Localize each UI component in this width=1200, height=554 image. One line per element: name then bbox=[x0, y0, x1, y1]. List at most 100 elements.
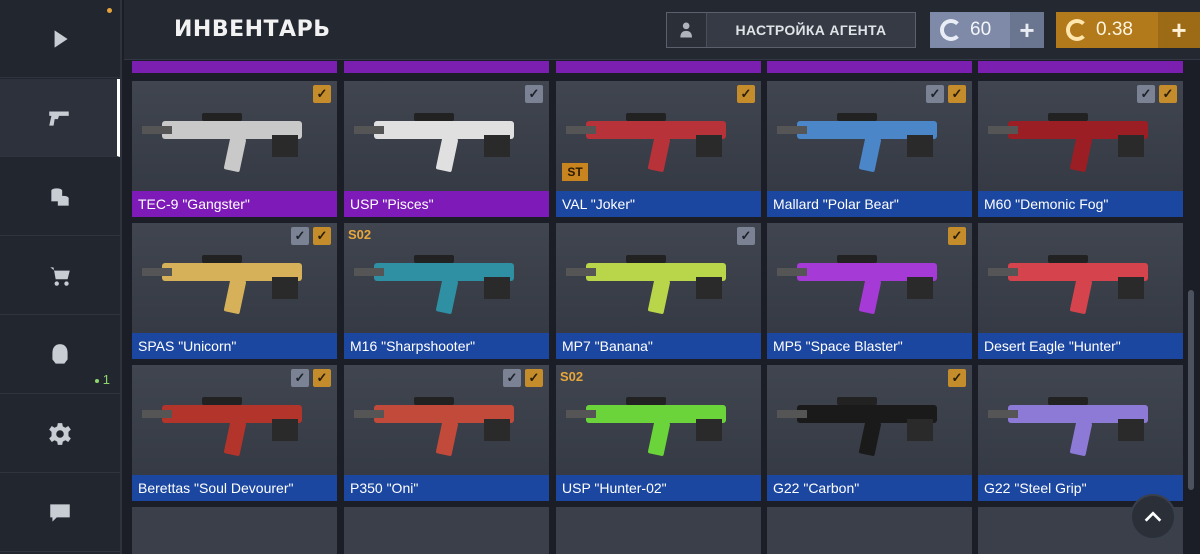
weapon-name: P350 "Oni" bbox=[344, 475, 549, 501]
weapon-name: USP "Pisces" bbox=[344, 191, 549, 217]
chat-icon bbox=[50, 503, 70, 522]
gold-balance-value: 0.38 bbox=[1096, 19, 1133, 40]
sidebar-item-play[interactable] bbox=[0, 0, 120, 78]
silver-check-icon: ✓ bbox=[926, 85, 944, 103]
weapon-icon bbox=[354, 255, 514, 314]
inventory-card[interactable]: ✓ USP "Pisces" bbox=[344, 81, 549, 217]
inventory-card[interactable]: ✓ ST VAL "Joker" bbox=[556, 81, 761, 217]
equip-checks: ✓ bbox=[948, 227, 966, 245]
gear-icon bbox=[49, 422, 71, 445]
add-silver-button[interactable]: + bbox=[1010, 12, 1044, 48]
gold-coin-icon bbox=[1066, 19, 1088, 41]
add-gold-button[interactable]: + bbox=[1158, 12, 1200, 48]
silver-check-icon: ✓ bbox=[291, 369, 309, 387]
inventory-card[interactable]: G22 "Steel Grip" bbox=[978, 365, 1183, 501]
card-top-strip bbox=[556, 61, 761, 73]
weapon-name: Desert Eagle "Hunter" bbox=[978, 333, 1183, 359]
weapon-name: M60 "Demonic Fog" bbox=[978, 191, 1183, 217]
sidebar-item-weapons[interactable] bbox=[0, 79, 120, 157]
agents-badge: 1 bbox=[95, 372, 110, 387]
weapon-icon bbox=[988, 397, 1148, 456]
gold-balance: 0.38 bbox=[1056, 12, 1158, 48]
weapon-name: USP "Hunter-02" bbox=[556, 475, 761, 501]
sidebar-item-coins[interactable] bbox=[0, 158, 120, 236]
gold-check-icon: ✓ bbox=[948, 85, 966, 103]
equip-checks: ✓ ✓ bbox=[926, 85, 966, 103]
weapon-name: TEC-9 "Gangster" bbox=[132, 191, 337, 217]
inventory-card[interactable] bbox=[556, 507, 761, 554]
inventory-card[interactable]: ✓ ✓ Mallard "Polar Bear" bbox=[767, 81, 972, 217]
silver-check-icon: ✓ bbox=[737, 227, 755, 245]
coins-icon bbox=[51, 187, 69, 206]
weapon-name: MP5 "Space Blaster" bbox=[767, 333, 972, 359]
equip-checks: ✓ ✓ bbox=[503, 369, 543, 387]
gold-check-icon: ✓ bbox=[313, 85, 331, 103]
inventory-card[interactable]: ✓ ✓ SPAS "Unicorn" bbox=[132, 223, 337, 359]
inventory-card[interactable] bbox=[767, 507, 972, 554]
weapon-image bbox=[556, 365, 761, 475]
sidebar: 1 bbox=[0, 0, 122, 554]
inventory-card[interactable] bbox=[344, 507, 549, 554]
inventory-card[interactable]: ✓ MP7 "Banana" bbox=[556, 223, 761, 359]
equip-checks: ✓ ✓ bbox=[291, 227, 331, 245]
inventory-card[interactable]: ✓ MP5 "Space Blaster" bbox=[767, 223, 972, 359]
silver-check-icon: ✓ bbox=[503, 369, 521, 387]
inventory-card[interactable]: S02 USP "Hunter-02" bbox=[556, 365, 761, 501]
sidebar-item-chat[interactable] bbox=[0, 474, 120, 552]
weapon-icon bbox=[777, 255, 937, 314]
inventory-card[interactable]: ✓ ✓ P350 "Oni" bbox=[344, 365, 549, 501]
equip-checks: ✓ ✓ bbox=[1137, 85, 1177, 103]
weapon-name: G22 "Carbon" bbox=[767, 475, 972, 501]
weapon-image bbox=[978, 223, 1183, 333]
agent-icon-box bbox=[667, 13, 707, 47]
equip-checks: ✓ bbox=[313, 85, 331, 103]
weapon-name: MP7 "Banana" bbox=[556, 333, 761, 359]
inventory-card[interactable]: S02 M16 "Sharpshooter" bbox=[344, 223, 549, 359]
equip-checks: ✓ bbox=[737, 227, 755, 245]
silver-balance-value: 60 bbox=[970, 19, 992, 40]
inventory-card[interactable]: ✓ G22 "Carbon" bbox=[767, 365, 972, 501]
inventory-card[interactable]: ✓ TEC-9 "Gangster" bbox=[132, 81, 337, 217]
weapon-icon bbox=[142, 113, 302, 172]
equip-checks: ✓ ✓ bbox=[291, 369, 331, 387]
sidebar-item-shop[interactable] bbox=[0, 237, 120, 315]
gold-check-icon: ✓ bbox=[948, 227, 966, 245]
card-top-strip bbox=[767, 61, 972, 73]
stattrack-tag: S02 bbox=[560, 369, 584, 384]
weapon-name: SPAS "Unicorn" bbox=[132, 333, 337, 359]
inventory-card[interactable]: ✓ ✓ M60 "Demonic Fog" bbox=[978, 81, 1183, 217]
inventory-card[interactable] bbox=[132, 507, 337, 554]
weapon-image bbox=[767, 365, 972, 475]
weapon-name: Berettas "Soul Devourer" bbox=[132, 475, 337, 501]
top-bar: ИНВЕНТАРЬ НАСТРОЙКА АГЕНТА 60 + 0.38 + bbox=[124, 0, 1200, 60]
silver-balance: 60 bbox=[930, 12, 1010, 48]
weapon-image bbox=[556, 223, 761, 333]
scrollbar[interactable] bbox=[1188, 290, 1194, 490]
scroll-up-button[interactable] bbox=[1130, 494, 1176, 540]
weapon-name: VAL "Joker" bbox=[556, 191, 761, 217]
weapon-icon bbox=[354, 113, 514, 172]
sidebar-item-settings[interactable] bbox=[0, 395, 120, 473]
weapon-name: Mallard "Polar Bear" bbox=[767, 191, 972, 217]
weapon-image bbox=[767, 223, 972, 333]
cart-icon bbox=[50, 266, 70, 286]
gold-currency: 0.38 + bbox=[1056, 12, 1200, 48]
weapon-image bbox=[344, 223, 549, 333]
equip-checks: ✓ bbox=[525, 85, 543, 103]
equip-checks: ✓ bbox=[948, 369, 966, 387]
weapon-icon bbox=[988, 255, 1148, 314]
silver-currency: 60 + bbox=[930, 12, 1044, 48]
sidebar-item-agents[interactable]: 1 bbox=[0, 316, 120, 394]
weapon-name: M16 "Sharpshooter" bbox=[344, 333, 549, 359]
agent-settings-button[interactable]: НАСТРОЙКА АГЕНТА bbox=[666, 12, 916, 48]
weapon-image bbox=[344, 81, 549, 191]
agent-settings-label: НАСТРОЙКА АГЕНТА bbox=[735, 22, 887, 38]
inventory-grid: ✓ TEC-9 "Gangster" ✓ USP "Pisces" ✓ ST VAL "Jo… bbox=[124, 61, 1200, 554]
inventory-card[interactable]: ✓ ✓ Berettas "Soul Devourer" bbox=[132, 365, 337, 501]
stattrack-tag: ST bbox=[562, 163, 588, 181]
card-top-strip bbox=[978, 61, 1183, 73]
gold-check-icon: ✓ bbox=[313, 227, 331, 245]
inventory-card[interactable]: Desert Eagle "Hunter" bbox=[978, 223, 1183, 359]
agent-icon bbox=[679, 22, 692, 38]
weapon-icon bbox=[566, 255, 726, 314]
